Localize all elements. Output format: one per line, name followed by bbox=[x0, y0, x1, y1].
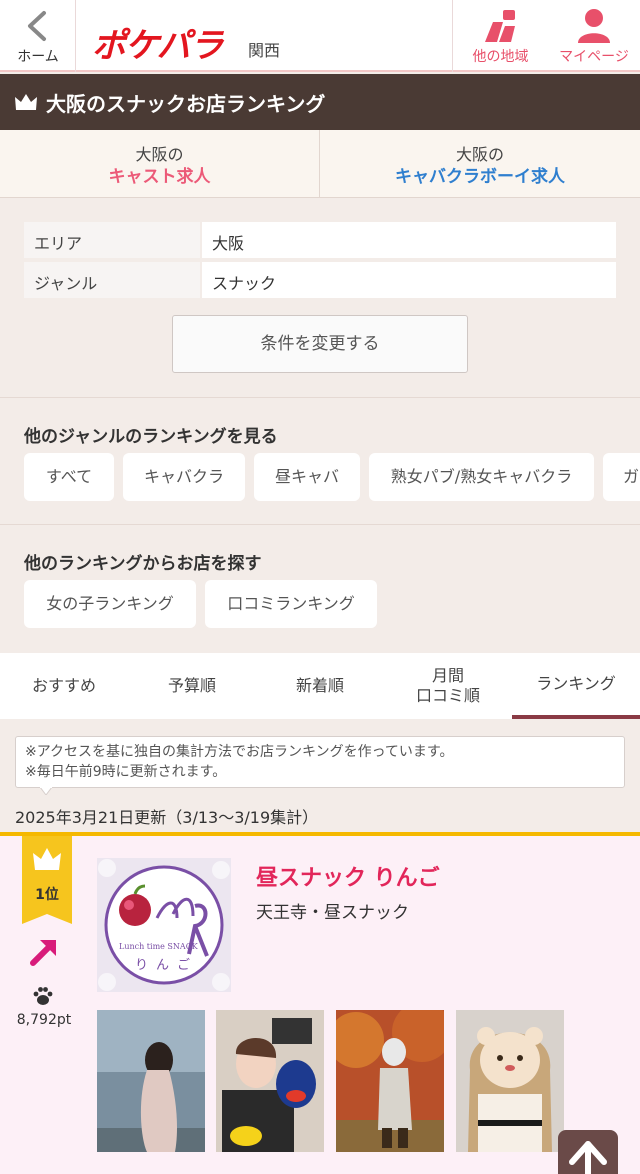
tab-monthly-reviews[interactable]: 月間 口コミ順 bbox=[384, 653, 512, 719]
rank-badge: 1位 bbox=[22, 836, 72, 924]
cast-job-link[interactable]: 大阪の キャスト求人 bbox=[0, 130, 320, 197]
girl-ranking-chip[interactable]: 女の子ランキング bbox=[24, 580, 196, 628]
logo-kana: りんご bbox=[135, 958, 199, 973]
chevron-left-icon bbox=[28, 11, 46, 41]
genre-chip-mature-pub[interactable]: 熟女パブ/熟女キャバクラ bbox=[369, 453, 594, 501]
mypage-button[interactable]: マイページ bbox=[548, 0, 640, 72]
ranking-card[interactable]: 1位 8,792pt Lunch time SNACK りんご 昼スナック りん… bbox=[0, 832, 640, 1174]
user-icon bbox=[578, 9, 610, 43]
other-area-label: 他の地域 bbox=[472, 49, 529, 65]
rank-number: 1位 bbox=[35, 887, 59, 903]
filter-panel: エリア 大阪 ジャンル スナック 条件を変更する bbox=[0, 198, 640, 398]
boy-job-link[interactable]: 大阪の キャバクラボーイ求人 bbox=[320, 130, 640, 197]
page-title-bar: 大阪のスナックお店ランキング bbox=[0, 74, 640, 130]
updated-date: 2025年3月21日更新（3/13〜3/19集計） bbox=[15, 808, 319, 827]
badge-tail bbox=[22, 912, 72, 924]
tab-label: ランキング bbox=[536, 674, 616, 693]
filter-value: スナック bbox=[202, 262, 616, 298]
home-button[interactable]: ホーム bbox=[0, 0, 76, 72]
tab-label: 月間 bbox=[431, 666, 464, 685]
paw-icon bbox=[33, 987, 53, 1005]
shop-logo[interactable]: Lunch time SNACK りんご bbox=[97, 858, 231, 992]
tab-newest[interactable]: 新着順 bbox=[256, 653, 384, 719]
mypage-label: マイページ bbox=[559, 49, 629, 65]
filter-value: 大阪 bbox=[202, 222, 616, 258]
genre-ranking-section: 他のジャンルのランキングを見る すべて キャバクラ 昼キャバ 熟女パブ/熟女キャ… bbox=[0, 398, 640, 525]
tab-label: おすすめ bbox=[31, 676, 96, 695]
genre-chip-all[interactable]: すべて bbox=[24, 453, 114, 501]
genre-chip-day-cabaret[interactable]: 昼キャバ bbox=[254, 453, 360, 501]
tab-label: 新着順 bbox=[295, 676, 344, 695]
tab-ranking[interactable]: ランキング bbox=[512, 653, 640, 719]
cast-photo[interactable] bbox=[97, 1010, 205, 1152]
notice-line: ※毎日午前9時に更新されます。 bbox=[25, 764, 227, 780]
page-title: 大阪のスナックお店ランキング bbox=[46, 91, 326, 116]
logo-caption: Lunch time SNACK bbox=[119, 942, 198, 951]
arrow-up-icon bbox=[569, 1141, 607, 1174]
cast-job-label: キャスト求人 bbox=[108, 167, 211, 187]
crown-icon bbox=[15, 94, 37, 110]
home-label: ホーム bbox=[17, 49, 59, 65]
change-conditions-button[interactable]: 条件を変更する bbox=[172, 315, 468, 373]
section-title: 他のジャンルのランキングを見る bbox=[24, 427, 278, 447]
filter-key: エリア bbox=[24, 222, 200, 258]
ranking-notice: ※アクセスを基に独自の集計方法でお店ランキングを作っています。 ※毎日午前9時に… bbox=[15, 736, 625, 788]
filter-key: ジャンル bbox=[24, 262, 200, 298]
notice-tail bbox=[40, 787, 52, 795]
other-area-button[interactable]: 他の地域 bbox=[452, 0, 548, 72]
genre-chip-more[interactable]: ガ bbox=[603, 453, 640, 501]
filter-row-genre: ジャンル スナック bbox=[24, 262, 616, 298]
scroll-to-top-button[interactable] bbox=[558, 1130, 618, 1174]
region-label: 関西 bbox=[248, 41, 281, 60]
tab-label: 予算順 bbox=[167, 676, 216, 695]
photo-image bbox=[456, 1010, 564, 1152]
section-title: 他のランキングからお店を探す bbox=[24, 554, 262, 574]
genre-chip-cabaret[interactable]: キャバクラ bbox=[123, 453, 245, 501]
notice-line: ※アクセスを基に独自の集計方法でお店ランキングを作っています。 bbox=[25, 744, 454, 760]
filter-row-area: エリア 大阪 bbox=[24, 222, 616, 258]
brand-logo[interactable]: ポケパラ bbox=[92, 18, 224, 66]
photo-image bbox=[216, 1010, 324, 1152]
trend-up-icon bbox=[30, 940, 56, 966]
tab-label: 口コミ順 bbox=[415, 686, 480, 705]
cast-photo[interactable] bbox=[336, 1010, 444, 1152]
app-header: ホーム ポケパラ 関西 他の地域 マイページ bbox=[0, 0, 640, 72]
boy-job-prefix: 大阪の bbox=[455, 145, 504, 164]
shop-area-genre: 天王寺・昼スナック bbox=[256, 903, 409, 923]
cast-job-prefix: 大阪の bbox=[135, 145, 184, 164]
job-links: 大阪の キャスト求人 大阪の キャバクラボーイ求人 bbox=[0, 130, 640, 198]
photo-image bbox=[97, 1010, 205, 1152]
sort-tabs: おすすめ 予算順 新着順 月間 口コミ順 ランキング bbox=[0, 653, 640, 719]
boy-job-label: キャバクラボーイ求人 bbox=[395, 167, 565, 187]
photo-image bbox=[336, 1010, 444, 1152]
tab-recommended[interactable]: おすすめ bbox=[0, 653, 128, 719]
points-value: 8,792pt bbox=[16, 1012, 72, 1028]
other-ranking-section: 他のランキングからお店を探す 女の子ランキング 口コミランキング bbox=[0, 525, 640, 653]
cast-photo[interactable] bbox=[456, 1010, 564, 1152]
review-ranking-chip[interactable]: 口コミランキング bbox=[205, 580, 377, 628]
map-pin-icon bbox=[484, 10, 515, 42]
cast-photo[interactable] bbox=[216, 1010, 324, 1152]
crown-icon bbox=[33, 848, 61, 870]
shop-name-link[interactable]: 昼スナック りんご bbox=[256, 860, 440, 892]
tab-budget[interactable]: 予算順 bbox=[128, 653, 256, 719]
